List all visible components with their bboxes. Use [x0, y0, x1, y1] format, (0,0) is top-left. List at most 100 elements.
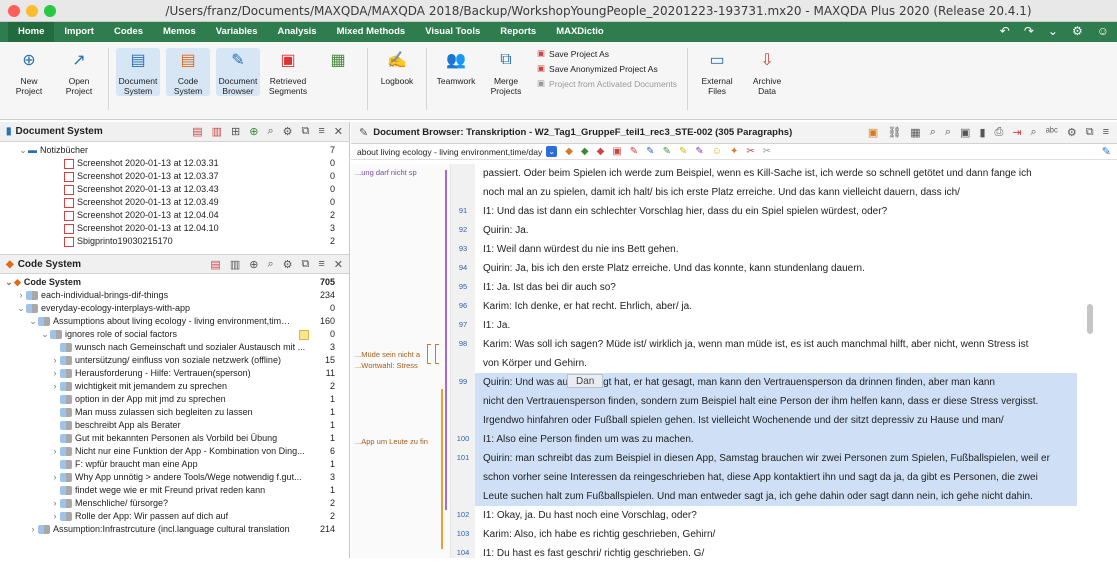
code-item[interactable]: findet wege wie er mit Freund privat red… — [0, 484, 349, 497]
chevron-right-icon[interactable]: › — [50, 510, 60, 523]
text-line[interactable]: Quirin: Ja. — [475, 221, 1077, 240]
tab-visual-tools[interactable]: Visual Tools — [415, 22, 490, 42]
pen-green-icon[interactable]: ✎ — [663, 146, 671, 157]
text-line[interactable]: I1: Ja. — [475, 316, 1077, 335]
undo-icon[interactable]: ↶ — [1000, 24, 1010, 38]
text-line[interactable]: I1: Okay, ja. Du hast noch eine Vorschla… — [475, 506, 1077, 525]
tree-doc[interactable]: Screenshot 2020-01-13 at 12.03.43 0 — [0, 183, 349, 196]
quick-code-dropdown[interactable]: about living ecology - living environmen… — [357, 147, 542, 157]
chevron-down-icon[interactable]: ⌄ — [40, 328, 50, 341]
tree-doc[interactable]: Screenshot 2020-01-13 at 12.04.10 3 — [0, 222, 349, 235]
document-system-button[interactable]: ▤ Document System — [116, 48, 160, 96]
code-item[interactable]: Gut mit bekannten Personen als Vorbild b… — [0, 432, 349, 445]
new-project-button[interactable]: ⊕ New Project — [7, 48, 51, 96]
uncode-disabled-icon[interactable]: ✂ — [763, 146, 771, 157]
open-project-button[interactable]: ↗ Open Project — [57, 48, 101, 96]
symbol-icon[interactable]: ✦ — [730, 146, 738, 157]
undock-icon[interactable]: ⧉ — [302, 258, 310, 271]
code-item[interactable]: › Herausforderung - Hilfe: Vertrauen(sper… — [0, 367, 349, 380]
chevron-right-icon[interactable]: › — [50, 445, 60, 458]
tab-home[interactable]: Home — [8, 22, 55, 42]
minimize-panel-icon[interactable]: ≡ — [318, 258, 324, 271]
search-icon[interactable]: ⌕ — [267, 125, 273, 138]
chevron-right-icon[interactable]: › — [50, 471, 60, 484]
code-item[interactable]: › Menschliche/ fürsorge? 2 — [0, 497, 349, 510]
text-line[interactable]: von Körper und Gehirn. — [475, 354, 1077, 373]
chevron-right-icon[interactable]: › — [50, 380, 60, 393]
chevron-down-icon[interactable]: ⌄ — [4, 276, 14, 289]
close-icon[interactable]: ✕ — [334, 125, 343, 138]
code-item[interactable]: ⌄ everyday-ecology-interplays-with-app 0 — [0, 302, 349, 315]
code-item[interactable]: › untersützung/ einfluss von soziale netz… — [0, 354, 349, 367]
spellcheck-icon[interactable]: ᵃᵇᶜ — [1046, 126, 1058, 139]
emoji-icon[interactable]: ☺ — [712, 146, 722, 157]
tab-variables[interactable]: Variables — [206, 22, 268, 42]
gear-icon[interactable]: ⚙ — [1067, 126, 1077, 139]
code-item[interactable]: › Why App unnötig > andere Tools/Wege not… — [0, 471, 349, 484]
vertical-scrollbar[interactable] — [1087, 304, 1093, 334]
code-system-button[interactable]: ▤ Code System — [166, 48, 210, 96]
transcript-text[interactable]: passiert. Oder beim Spielen ich werde zu… — [475, 164, 1077, 559]
tab-mixed-methods[interactable]: Mixed Methods — [327, 22, 416, 42]
redo-icon[interactable]: ↷ — [1024, 24, 1034, 38]
logbook-button[interactable]: ✍ Logbook — [375, 48, 419, 86]
new-code-icon[interactable]: ⊕ — [249, 258, 258, 271]
code-item[interactable]: › wichtigkeit mit jemandem zu sprechen 2 — [0, 380, 349, 393]
tab-import[interactable]: Import — [54, 22, 104, 42]
smiley-icon[interactable]: ☺ — [1097, 24, 1109, 38]
in-vivo-icon[interactable]: ◆ — [581, 146, 589, 157]
view-icon[interactable]: ▣ — [960, 126, 970, 139]
close-icon[interactable]: ✕ — [334, 258, 343, 271]
gear-icon[interactable]: ⚙ — [283, 258, 293, 271]
memo-label[interactable]: ...ung darf nicht sp — [355, 168, 417, 177]
expand-icon[interactable]: ⊞ — [231, 125, 240, 138]
tab-memos[interactable]: Memos — [153, 22, 206, 42]
chevron-right-icon[interactable]: › — [28, 523, 38, 536]
code-item[interactable]: beschreibt App als Berater 1 — [0, 419, 349, 432]
uncode-icon[interactable]: ✂ — [746, 146, 754, 157]
code-icon[interactable]: ◆ — [565, 146, 573, 157]
code-item[interactable]: › Rolle der App: Wir passen auf dich auf 2 — [0, 510, 349, 523]
teamwork-button[interactable]: 👥 Teamwork — [434, 48, 478, 86]
text-line-selected[interactable]: nicht den Vertrauensperson finden, sonde… — [475, 392, 1077, 411]
chevron-down-icon[interactable]: ⌄ — [1048, 24, 1058, 38]
save-project-as-button[interactable]: ▣ Save Project As — [537, 48, 677, 59]
undock-icon[interactable]: ⧉ — [1086, 126, 1094, 139]
pen-blue-icon[interactable]: ✎ — [646, 146, 654, 157]
memo-icon[interactable] — [299, 329, 309, 340]
chevron-down-icon[interactable]: ⌄ — [16, 302, 26, 315]
external-files-button[interactable]: ▭ External Files — [695, 48, 739, 96]
text-line-selected[interactable]: Irgendwo hinfahren oder Fußball spielen … — [475, 411, 1077, 430]
tab-reports[interactable]: Reports — [490, 22, 546, 42]
code-item[interactable]: wunsch nach Gemeinschaft und sozialer Au… — [0, 341, 349, 354]
filter-icon[interactable]: ▥ — [230, 258, 240, 271]
project-from-activated-button[interactable]: ▣ Project from Activated Documents — [537, 78, 677, 89]
code-item[interactable]: ⌄ Assumptions about living ecology - livi… — [0, 315, 349, 328]
text-line[interactable]: noch mal an zu spielen, damit ich halt/ … — [475, 183, 1077, 202]
text-line-selected[interactable]: Leute suchen halt zum Fußballspielen. Un… — [475, 487, 1077, 506]
pen-yellow-icon[interactable]: ✎ — [679, 146, 687, 157]
chevron-right-icon[interactable]: › — [50, 354, 60, 367]
activate-codes-icon[interactable]: ▤ — [210, 258, 220, 271]
tree-doc[interactable]: Screenshot 2020-01-13 at 12.03.31 0 — [0, 157, 349, 170]
code-item[interactable]: F: wpfür braucht man eine App 1 — [0, 458, 349, 471]
code-item[interactable]: ⌄ ignores role of social factors 0 — [0, 328, 349, 341]
print-icon[interactable]: ⎙ — [995, 126, 1004, 139]
deactivate-icon[interactable]: ▥ — [212, 125, 222, 138]
pen-purple-icon[interactable]: ✎ — [695, 146, 703, 157]
text-line[interactable]: Quirin: Ja, bis ich den erste Platz erre… — [475, 259, 1077, 278]
text-line[interactable]: Karim: Ich denke, er hat recht. Ehrlich,… — [475, 297, 1077, 316]
text-line[interactable]: I1: Weil dann würdest du nie ins Bett ge… — [475, 240, 1077, 259]
tree-doc[interactable]: Sbigprinto19030215170 2 — [0, 235, 349, 248]
memo-label[interactable]: ...Müde sein nicht a — [355, 350, 420, 359]
text-line[interactable]: Karim: Was soll ich sagen? Müde ist/ wir… — [475, 335, 1077, 354]
tree-doc[interactable]: Screenshot 2020-01-13 at 12.03.49 0 — [0, 196, 349, 209]
find-icon[interactable]: ⌕ — [1031, 126, 1037, 139]
text-line[interactable]: I1: Du hast es fast geschri/ richtig ges… — [475, 544, 1077, 563]
undock-icon[interactable]: ⧉ — [302, 125, 310, 138]
tab-maxdictio[interactable]: MAXDictio — [546, 22, 614, 42]
link-icon[interactable]: ⛓ — [887, 126, 901, 139]
tree-doc[interactable]: Screenshot 2020-01-13 at 12.03.37 0 — [0, 170, 349, 183]
search-icon[interactable]: ⌕ — [267, 258, 273, 271]
highlight-code-icon[interactable]: ◆ — [597, 146, 605, 157]
